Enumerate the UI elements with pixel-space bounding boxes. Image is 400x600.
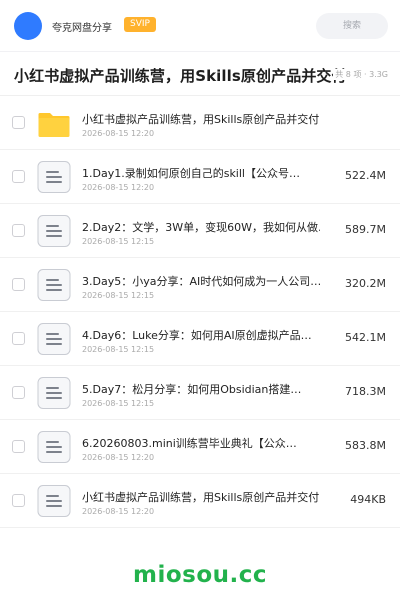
- file-date: 2026-08-15 12:15: [82, 237, 155, 246]
- file-row[interactable]: 6.20260803.mini训练营毕业典礼【公众… 2026-08-15 12:…: [0, 420, 400, 474]
- page-title: 小红书虚拟产品训练营，用Skills原创产品并交付: [14, 67, 347, 85]
- row-checkbox[interactable]: [12, 170, 25, 183]
- file-row[interactable]: 4.Day6：Luke分享：如何用AI原创虚拟产品… 2026-08-15 12:…: [0, 312, 400, 366]
- file-size: 494KB: [350, 493, 386, 506]
- file-name[interactable]: 3.Day5：小ya分享：AI时代如何成为一人公司…: [82, 273, 320, 289]
- file-name[interactable]: 5.Day7：松月分享：如何用Obsidian搭建…: [82, 381, 320, 397]
- file-row[interactable]: 2.Day2：文学，3W单，变现60W，我如何从做… 2026-08-15 12:…: [0, 204, 400, 258]
- row-checkbox[interactable]: [12, 332, 25, 345]
- file-date: 2026-08-15 12:15: [82, 291, 155, 300]
- file-size: 522.4M: [345, 169, 386, 182]
- file-list: 小红书虚拟产品训练营，用Skills原创产品并交付 2026-08-15 12:2…: [0, 96, 400, 528]
- document-icon: [37, 431, 71, 463]
- search-button[interactable]: 搜索: [316, 13, 388, 39]
- file-name[interactable]: 1.Day1.录制如何原创自己的skill【公众号…: [82, 165, 320, 181]
- file-row[interactable]: 3.Day5：小ya分享：AI时代如何成为一人公司… 2026-08-15 12:…: [0, 258, 400, 312]
- file-row[interactable]: 小红书虚拟产品训练营，用Skills原创产品并交付… 2026-08-15 12:…: [0, 474, 400, 528]
- file-size: 320.2M: [345, 277, 386, 290]
- file-date: 2026-08-15 12:20: [82, 453, 155, 462]
- file-date: 2026-08-15 12:20: [82, 507, 155, 516]
- file-name[interactable]: 2.Day2：文学，3W单，变现60W，我如何从做…: [82, 219, 320, 235]
- file-date: 2026-08-15 12:15: [82, 345, 155, 354]
- svip-badge: SVIP: [124, 17, 156, 32]
- row-checkbox[interactable]: [12, 494, 25, 507]
- document-icon: [37, 323, 71, 355]
- file-row[interactable]: 1.Day1.录制如何原创自己的skill【公众号… 2026-08-15 12:…: [0, 150, 400, 204]
- file-name[interactable]: 小红书虚拟产品训练营，用Skills原创产品并交付: [82, 111, 320, 127]
- row-checkbox[interactable]: [12, 278, 25, 291]
- file-date: 2026-08-15 12:15: [82, 399, 155, 408]
- share-header: 小红书虚拟产品训练营，用Skills原创产品并交付 共 8 项 · 3.3G: [0, 52, 400, 96]
- row-checkbox[interactable]: [12, 440, 25, 453]
- file-name[interactable]: 小红书虚拟产品训练营，用Skills原创产品并交付…: [82, 489, 320, 505]
- document-icon: [37, 377, 71, 409]
- file-name[interactable]: 6.20260803.mini训练营毕业典礼【公众…: [82, 435, 320, 451]
- row-checkbox[interactable]: [12, 116, 25, 129]
- file-date: 2026-08-15 12:20: [82, 129, 155, 138]
- share-summary: 共 8 项 · 3.3G: [333, 69, 388, 80]
- file-row[interactable]: 小红书虚拟产品训练营，用Skills原创产品并交付 2026-08-15 12:2…: [0, 96, 400, 150]
- file-name[interactable]: 4.Day6：Luke分享：如何用AI原创虚拟产品…: [82, 327, 320, 343]
- avatar[interactable]: [14, 12, 42, 40]
- file-size: 589.7M: [345, 223, 386, 236]
- watermark: miosou.cc: [132, 562, 268, 588]
- folder-icon: [37, 107, 71, 139]
- file-size: 718.3M: [345, 385, 386, 398]
- sharer-name[interactable]: 夸克网盘分享: [52, 19, 112, 34]
- file-row[interactable]: 5.Day7：松月分享：如何用Obsidian搭建… 2026-08-15 12:…: [0, 366, 400, 420]
- document-icon: [37, 269, 71, 301]
- document-icon: [37, 215, 71, 247]
- document-icon: [37, 161, 71, 193]
- document-icon: [37, 485, 71, 517]
- row-checkbox[interactable]: [12, 224, 25, 237]
- file-date: 2026-08-15 12:20: [82, 183, 155, 192]
- row-checkbox[interactable]: [12, 386, 25, 399]
- top-bar: 夸克网盘分享 SVIP 搜索: [0, 0, 400, 52]
- file-size: 542.1M: [345, 331, 386, 344]
- file-size: 583.8M: [345, 439, 386, 452]
